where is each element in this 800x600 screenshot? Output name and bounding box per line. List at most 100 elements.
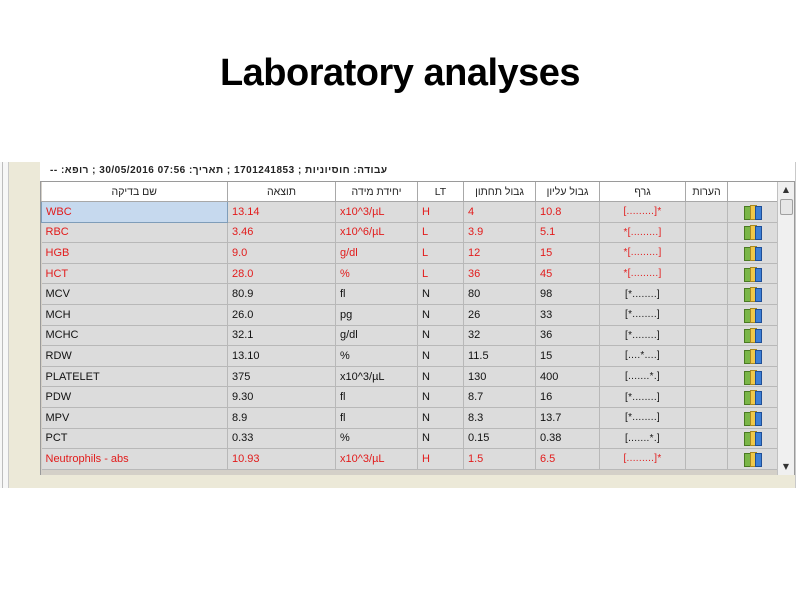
cell-result[interactable]: 32.1 [227, 325, 336, 347]
cell-unit[interactable]: % [335, 345, 418, 367]
report-book-icon[interactable] [743, 307, 762, 323]
cell-lt[interactable]: L [417, 222, 464, 244]
cell-name[interactable]: HGB [41, 242, 228, 264]
cell-lower[interactable]: 0.15 [463, 428, 536, 450]
cell-unit[interactable]: % [335, 428, 418, 450]
table-row[interactable]: PLATELET 375 x10^3/µL N 130 400 [.......*.] [41, 366, 778, 388]
cell-upper[interactable]: 98 [535, 283, 600, 305]
cell-lt[interactable]: L [417, 263, 464, 285]
cell-upper[interactable]: 10.8 [535, 201, 600, 223]
cell-notes[interactable] [685, 242, 728, 264]
cell-report[interactable] [727, 366, 778, 388]
report-book-icon[interactable] [743, 287, 762, 303]
col-header-name[interactable]: שם בדיקה [41, 182, 228, 202]
scroll-up-icon[interactable]: ▲ [778, 182, 794, 198]
cell-lower[interactable]: 80 [463, 283, 536, 305]
cell-unit[interactable]: x10^3/µL [335, 201, 418, 223]
cell-name[interactable]: PCT [41, 428, 228, 450]
cell-graph[interactable]: *[.........] [599, 242, 686, 264]
col-header-notes[interactable]: הערות [685, 182, 728, 202]
cell-result[interactable]: 28.0 [227, 263, 336, 285]
scroll-down-icon[interactable]: ▼ [778, 459, 794, 475]
cell-result[interactable]: 80.9 [227, 283, 336, 305]
cell-result[interactable]: 13.14 [227, 201, 336, 223]
cell-lower[interactable]: 11.5 [463, 345, 536, 367]
cell-result[interactable]: 0.33 [227, 428, 336, 450]
cell-upper[interactable]: 6.5 [535, 448, 600, 470]
cell-result[interactable]: 26.0 [227, 304, 336, 326]
cell-name[interactable]: RBC [41, 222, 228, 244]
cell-lt[interactable]: H [417, 448, 464, 470]
cell-lt[interactable]: N [417, 345, 464, 367]
cell-lower[interactable]: 12 [463, 242, 536, 264]
cell-upper[interactable]: 0.38 [535, 428, 600, 450]
cell-unit[interactable]: g/dl [335, 242, 418, 264]
cell-graph[interactable]: *[.........] [599, 263, 686, 285]
cell-upper[interactable]: 16 [535, 386, 600, 408]
report-book-icon[interactable] [743, 348, 762, 364]
cell-result[interactable]: 9.0 [227, 242, 336, 264]
cell-upper[interactable]: 45 [535, 263, 600, 285]
scroll-thumb[interactable] [780, 199, 793, 215]
cell-lt[interactable]: N [417, 283, 464, 305]
cell-upper[interactable]: 36 [535, 325, 600, 347]
col-header-upper[interactable]: גבול עליון [535, 182, 600, 202]
cell-graph[interactable]: [....*....] [599, 345, 686, 367]
cell-name[interactable]: MPV [41, 407, 228, 429]
cell-lt[interactable]: N [417, 428, 464, 450]
cell-graph[interactable]: [*........] [599, 283, 686, 305]
cell-graph[interactable]: [*........] [599, 304, 686, 326]
col-header-lt[interactable]: LT [417, 182, 464, 202]
cell-result[interactable]: 13.10 [227, 345, 336, 367]
cell-report[interactable] [727, 242, 778, 264]
report-book-icon[interactable] [743, 266, 762, 282]
cell-report[interactable] [727, 304, 778, 326]
cell-unit[interactable]: x10^3/µL [335, 366, 418, 388]
cell-lt[interactable]: N [417, 304, 464, 326]
cell-notes[interactable] [685, 448, 728, 470]
cell-unit[interactable]: x10^6/µL [335, 222, 418, 244]
cell-upper[interactable]: 15 [535, 242, 600, 264]
cell-name[interactable]: RDW [41, 345, 228, 367]
cell-result[interactable]: 8.9 [227, 407, 336, 429]
cell-lower[interactable]: 1.5 [463, 448, 536, 470]
report-book-icon[interactable] [743, 204, 762, 220]
cell-notes[interactable] [685, 366, 728, 388]
cell-report[interactable] [727, 428, 778, 450]
report-book-icon[interactable] [743, 390, 762, 406]
cell-name[interactable]: MCH [41, 304, 228, 326]
cell-unit[interactable]: g/dl [335, 325, 418, 347]
cell-unit[interactable]: pg [335, 304, 418, 326]
col-header-graph[interactable]: גרף [599, 182, 686, 202]
cell-lt[interactable]: H [417, 201, 464, 223]
cell-result[interactable]: 9.30 [227, 386, 336, 408]
cell-report[interactable] [727, 325, 778, 347]
report-book-icon[interactable] [743, 369, 762, 385]
cell-lower[interactable]: 36 [463, 263, 536, 285]
cell-lower[interactable]: 8.3 [463, 407, 536, 429]
table-row[interactable]: WBC 13.14 x10^3/µL H 4 10.8 [.........]* [41, 201, 778, 223]
cell-graph[interactable]: [.........]* [599, 201, 686, 223]
report-book-icon[interactable] [743, 328, 762, 344]
table-row[interactable]: Neutrophils - abs 10.93 x10^3/µL H 1.5 6.5 [..… [41, 448, 778, 470]
cell-upper[interactable]: 5.1 [535, 222, 600, 244]
table-row[interactable]: PDW 9.30 fl N 8.7 16 [*........] [41, 386, 778, 408]
cell-notes[interactable] [685, 263, 728, 285]
report-book-icon[interactable] [743, 225, 762, 241]
cell-report[interactable] [727, 283, 778, 305]
cell-name[interactable]: WBC [41, 201, 228, 223]
cell-graph[interactable]: [*........] [599, 386, 686, 408]
cell-graph[interactable]: [.......*.] [599, 366, 686, 388]
cell-lt[interactable]: N [417, 407, 464, 429]
cell-notes[interactable] [685, 407, 728, 429]
report-book-icon[interactable] [743, 431, 762, 447]
cell-result[interactable]: 375 [227, 366, 336, 388]
cell-notes[interactable] [685, 428, 728, 450]
cell-lt[interactable]: L [417, 242, 464, 264]
table-row[interactable]: MCHC 32.1 g/dl N 32 36 [*........] [41, 325, 778, 347]
cell-report[interactable] [727, 222, 778, 244]
cell-upper[interactable]: 13.7 [535, 407, 600, 429]
cell-report[interactable] [727, 407, 778, 429]
table-row[interactable]: RDW 13.10% N 11.5 15 [....*....] [41, 345, 778, 367]
cell-result[interactable]: 3.46 [227, 222, 336, 244]
